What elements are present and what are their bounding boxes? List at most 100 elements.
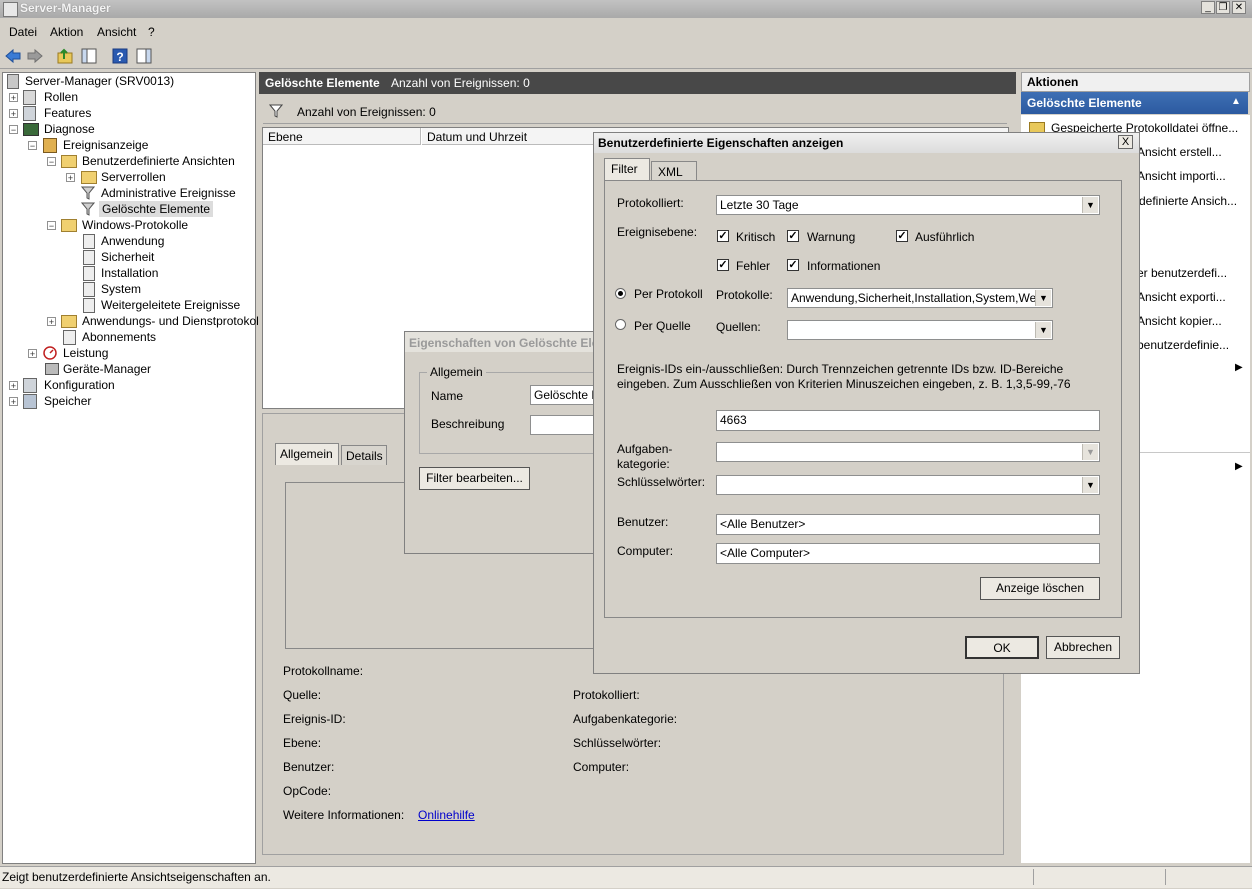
navigation-tree: Server-Manager (SRV0013) + Rollen + Feat… [2,72,268,864]
keywords-label: Schlüsselwörter: [617,475,706,489]
checkbox-kritisch[interactable]: ✓ [717,230,729,242]
sources-dropdown[interactable]: ▼ [787,320,1053,340]
ok-button[interactable]: OK [965,636,1039,659]
action-import-view[interactable]: Ansicht importi... [1137,169,1226,183]
column-header-ebene[interactable]: Ebene [263,128,421,145]
menu-help[interactable]: ? [148,25,155,39]
up-folder-icon[interactable] [56,47,74,65]
checkbox-ausfuehrlich[interactable]: ✓ [896,230,908,242]
tree-item-leistung[interactable]: Leistung [63,345,108,361]
chevron-down-icon[interactable]: ▼ [1035,322,1051,338]
event-ids-field[interactable]: 4663 [716,410,1100,431]
collapse-icon[interactable]: − [47,157,56,167]
tree-item-rollen[interactable]: Rollen [44,89,78,105]
tree-item-abonnements[interactable]: Abonnements [82,329,156,345]
action-create-view[interactable]: Ansicht erstell... [1137,145,1222,159]
expand-icon[interactable]: + [47,317,56,327]
tree-item-admin-events[interactable]: Administrative Ereignisse [101,185,236,201]
logs-dropdown[interactable]: Anwendung,Sicherheit,Installation,System… [787,288,1053,308]
toolbar: ? [0,44,1252,69]
expand-icon[interactable]: + [9,109,18,119]
action-pane-icon[interactable] [135,47,153,65]
tree-item-device-manager[interactable]: Geräte-Manager [63,361,151,377]
checkbox-warnung[interactable]: ✓ [787,230,799,242]
tab-details[interactable]: Details [341,445,387,465]
back-arrow-icon[interactable] [4,47,22,65]
tree-item-speicher[interactable]: Speicher [44,393,91,409]
device-manager-icon [45,363,59,375]
minimize-button[interactable]: _ [1201,1,1215,14]
action-export-view[interactable]: Ansicht exporti... [1137,290,1226,304]
action-copy-view[interactable]: Ansicht kopier... [1137,314,1222,328]
menu-datei[interactable]: Datei [9,25,37,39]
chevron-down-icon[interactable]: ▼ [1035,290,1051,306]
tree-item-anwendung[interactable]: Anwendung [101,233,164,249]
submenu-arrow-icon[interactable]: ▶ [1235,362,1243,373]
expand-icon[interactable]: + [9,93,18,103]
action-custom-view[interactable]: definierte Ansich... [1139,194,1237,208]
help-icon[interactable]: ? [111,47,129,65]
collapse-icon[interactable]: − [28,141,37,151]
submenu-arrow-icon[interactable]: ▶ [1235,461,1243,472]
online-help-link[interactable]: Onlinehilfe [418,808,475,822]
tab-allgemein[interactable]: Allgemein [275,443,339,465]
chevron-down-icon[interactable]: ▼ [1082,477,1098,493]
tree-item-forwarded-events[interactable]: Weitergeleitete Ereignisse [101,297,240,313]
collapse-up-icon[interactable]: ▲ [1231,96,1241,107]
tab-filter[interactable]: Filter [604,158,650,181]
menu-ansicht[interactable]: Ansicht [97,25,136,39]
show-hide-tree-icon[interactable] [80,47,98,65]
actions-section[interactable]: Gelöschte Elemente ▲ [1021,92,1248,114]
tree-item-serverrollen[interactable]: Serverrollen [101,169,166,185]
expand-icon[interactable]: + [9,397,18,407]
status-text: Zeigt benutzerdefinierte Ansichtseigensc… [2,870,271,884]
tree-item-ereignisanzeige[interactable]: Ereignisanzeige [63,137,148,153]
expand-icon[interactable]: + [66,173,75,183]
close-button[interactable]: ✕ [1232,1,1246,14]
checkbox-fehler[interactable]: ✓ [717,259,729,271]
event-count: Anzahl von Ereignissen: 0 [391,76,530,90]
filter-dialog-title: Benutzerdefinierte Eigenschaften anzeige… [598,136,844,150]
expand-icon[interactable]: + [28,349,37,359]
task-category-dropdown: ▼ [716,442,1100,462]
filter-icon [81,186,95,200]
tree-item-system[interactable]: System [101,281,141,297]
user-field[interactable]: <Alle Benutzer> [716,514,1100,535]
action-custom-view-3[interactable]: benutzerdefinie... [1137,338,1229,352]
folder-icon [61,315,77,328]
menu-aktion[interactable]: Aktion [50,25,83,39]
collapse-icon[interactable]: − [9,125,18,135]
tree-item-custom-views[interactable]: Benutzerdefinierte Ansichten [82,153,235,169]
tree-item-sicherheit[interactable]: Sicherheit [101,249,154,265]
action-custom-view-2[interactable]: er benutzerdefi... [1137,266,1227,280]
filter-dialog: Benutzerdefinierte Eigenschaften anzeige… [593,132,1140,674]
log-icon [83,298,95,313]
tab-xml[interactable]: XML [651,161,697,181]
event-ids-help-line2: eingeben. Zum Ausschließen von Kriterien… [617,377,1071,391]
checkbox-informationen[interactable]: ✓ [787,259,799,271]
actions-section-title: Gelöschte Elemente [1027,96,1142,110]
tree-item-konfiguration[interactable]: Konfiguration [44,377,115,393]
radio-per-protokoll[interactable] [615,288,626,299]
chevron-down-icon[interactable]: ▼ [1082,197,1098,213]
expand-icon[interactable]: + [9,381,18,391]
restore-button[interactable]: ❐ [1216,1,1230,14]
close-icon[interactable]: X [1118,135,1133,149]
clear-filter-button[interactable]: Anzeige löschen [980,577,1100,600]
computer-field[interactable]: <Alle Computer> [716,543,1100,564]
tree-item-deleted-elements[interactable]: Gelöschte Elemente [99,201,214,217]
logged-dropdown[interactable]: Letzte 30 Tage ▼ [716,195,1100,215]
tree-item-app-service-logs[interactable]: Anwendungs- und Dienstprotokolle [82,313,268,329]
tree-item-features[interactable]: Features [44,105,91,121]
tree-item-installation[interactable]: Installation [101,265,158,281]
edit-filter-button[interactable]: Filter bearbeiten... [419,467,530,490]
forward-arrow-icon[interactable] [26,47,44,65]
description-label: Beschreibung [431,417,505,431]
radio-per-quelle[interactable] [615,319,626,330]
collapse-icon[interactable]: − [47,221,56,231]
tree-item-diagnose[interactable]: Diagnose [44,121,95,137]
keywords-dropdown[interactable]: ▼ [716,475,1100,495]
cancel-button[interactable]: Abbrechen [1046,636,1120,659]
tree-item-windows-logs[interactable]: Windows-Protokolle [82,217,188,233]
tree-item-server-manager[interactable]: Server-Manager (SRV0013) [25,73,174,89]
